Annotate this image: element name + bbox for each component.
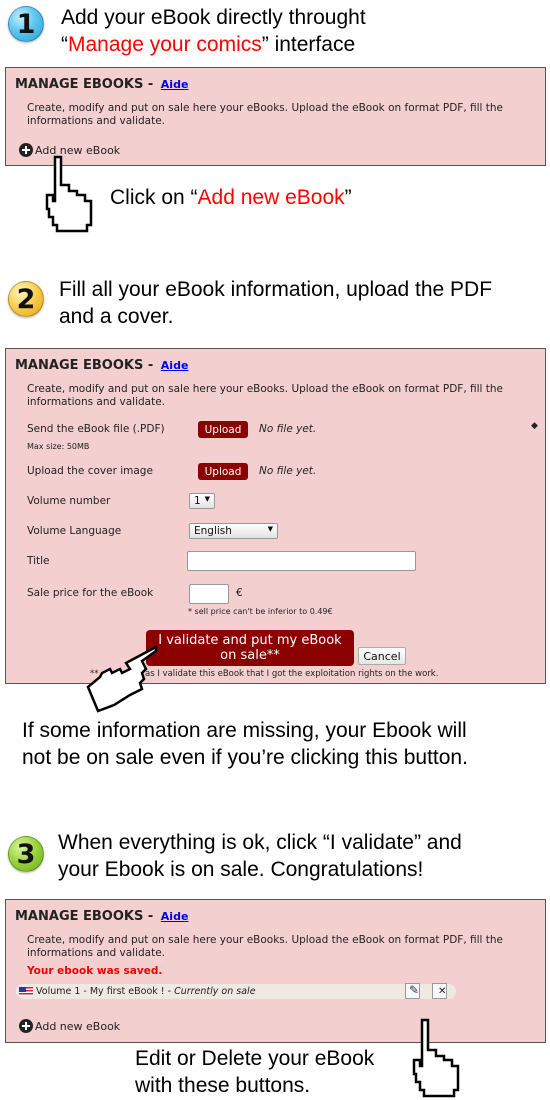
edit-icon[interactable] xyxy=(405,983,420,999)
cover-label: Upload the cover image xyxy=(27,465,153,477)
sale-price-label: Sale price for the eBook xyxy=(27,587,154,599)
dropdown-arrow-icon: ▼ xyxy=(204,495,210,503)
step-3-callout: Edit or Delete your eBook with these but… xyxy=(135,1047,375,1097)
pdf-max-size: Max size: 50MB xyxy=(27,442,90,451)
missing-info-warning: If some information are missing, your Eb… xyxy=(22,719,468,769)
panel-description: Create, modify and put on sale here your… xyxy=(27,383,504,408)
pointer-hand-icon xyxy=(412,1018,460,1098)
validate-and-sell-button[interactable]: I validate and put my eBook on sale** xyxy=(146,630,354,666)
add-new-ebook-highlight: Add new eBook xyxy=(197,186,345,209)
add-new-ebook-link[interactable]: Add new eBook xyxy=(19,1019,120,1033)
panel-title: MANAGE EBOOKS - Aide xyxy=(15,909,189,924)
price-note: * sell price can't be inferior to 0.49€ xyxy=(188,607,333,616)
flag-uk-icon xyxy=(19,987,33,996)
upload-pdf-button[interactable]: Upload xyxy=(198,421,248,438)
dropdown-arrow-icon: ▼ xyxy=(267,525,273,533)
help-link[interactable]: Aide xyxy=(161,910,189,923)
volume-language-select[interactable]: English ▼ xyxy=(189,523,278,539)
sale-price-input[interactable] xyxy=(189,584,229,604)
cover-status: No file yet. xyxy=(259,465,317,477)
delete-icon[interactable] xyxy=(432,983,447,999)
manage-comics-highlight: Manage your comics xyxy=(68,33,262,56)
panel-description: Create, modify and put on sale here your… xyxy=(27,934,504,959)
title-input[interactable] xyxy=(187,551,416,571)
diamond-marker: ◆ xyxy=(531,421,538,431)
saved-message: Your ebook was saved. xyxy=(27,965,163,977)
pointer-hand-icon xyxy=(45,155,93,233)
step-1-callout: Click on “Add new eBook” xyxy=(110,186,352,209)
plus-circle-icon xyxy=(19,143,33,157)
ebook-list-item[interactable]: Volume 1 - My first eBook ! - Currently … xyxy=(16,983,456,999)
panel-title: MANAGE EBOOKS - Aide xyxy=(15,358,189,373)
step-2-instruction: Fill all your eBook information, upload … xyxy=(59,278,493,328)
step-3-badge: 3 xyxy=(8,836,44,872)
rights-footnote: as I validate this eBook that I got the … xyxy=(145,669,439,679)
pdf-status: No file yet. xyxy=(259,423,317,435)
step-3-instruction: When everything is ok, click “I validate… xyxy=(58,831,462,881)
pdf-label: Send the eBook file (.PDF) xyxy=(27,423,165,435)
upload-cover-button[interactable]: Upload xyxy=(198,463,248,480)
volume-language-label: Volume Language xyxy=(27,525,122,537)
volume-number-label: Volume number xyxy=(27,495,111,507)
manage-ebooks-panel-form: MANAGE EBOOKS - Aide Create, modify and … xyxy=(5,348,546,684)
step-1-instruction: Add your eBook directly throught “Manage… xyxy=(61,6,366,56)
title-label: Title xyxy=(27,555,50,567)
panel-description: Create, modify and put on sale here your… xyxy=(27,102,504,127)
plus-circle-icon xyxy=(19,1019,33,1033)
volume-number-select[interactable]: 1 ▼ xyxy=(189,493,215,509)
help-link[interactable]: Aide xyxy=(161,359,189,372)
panel-title: MANAGE EBOOKS - Aide xyxy=(15,77,189,92)
currency-symbol: € xyxy=(236,587,243,599)
ebook-status: Currently on sale xyxy=(174,986,256,997)
step-2-badge: 2 xyxy=(8,281,44,317)
manage-ebooks-panel-empty: MANAGE EBOOKS - Aide Create, modify and … xyxy=(5,67,546,166)
help-link[interactable]: Aide xyxy=(161,78,189,91)
step-1-badge: 1 xyxy=(8,6,44,42)
pointer-hand-diagonal-icon xyxy=(86,645,158,713)
cancel-button[interactable]: Cancel xyxy=(358,647,406,665)
